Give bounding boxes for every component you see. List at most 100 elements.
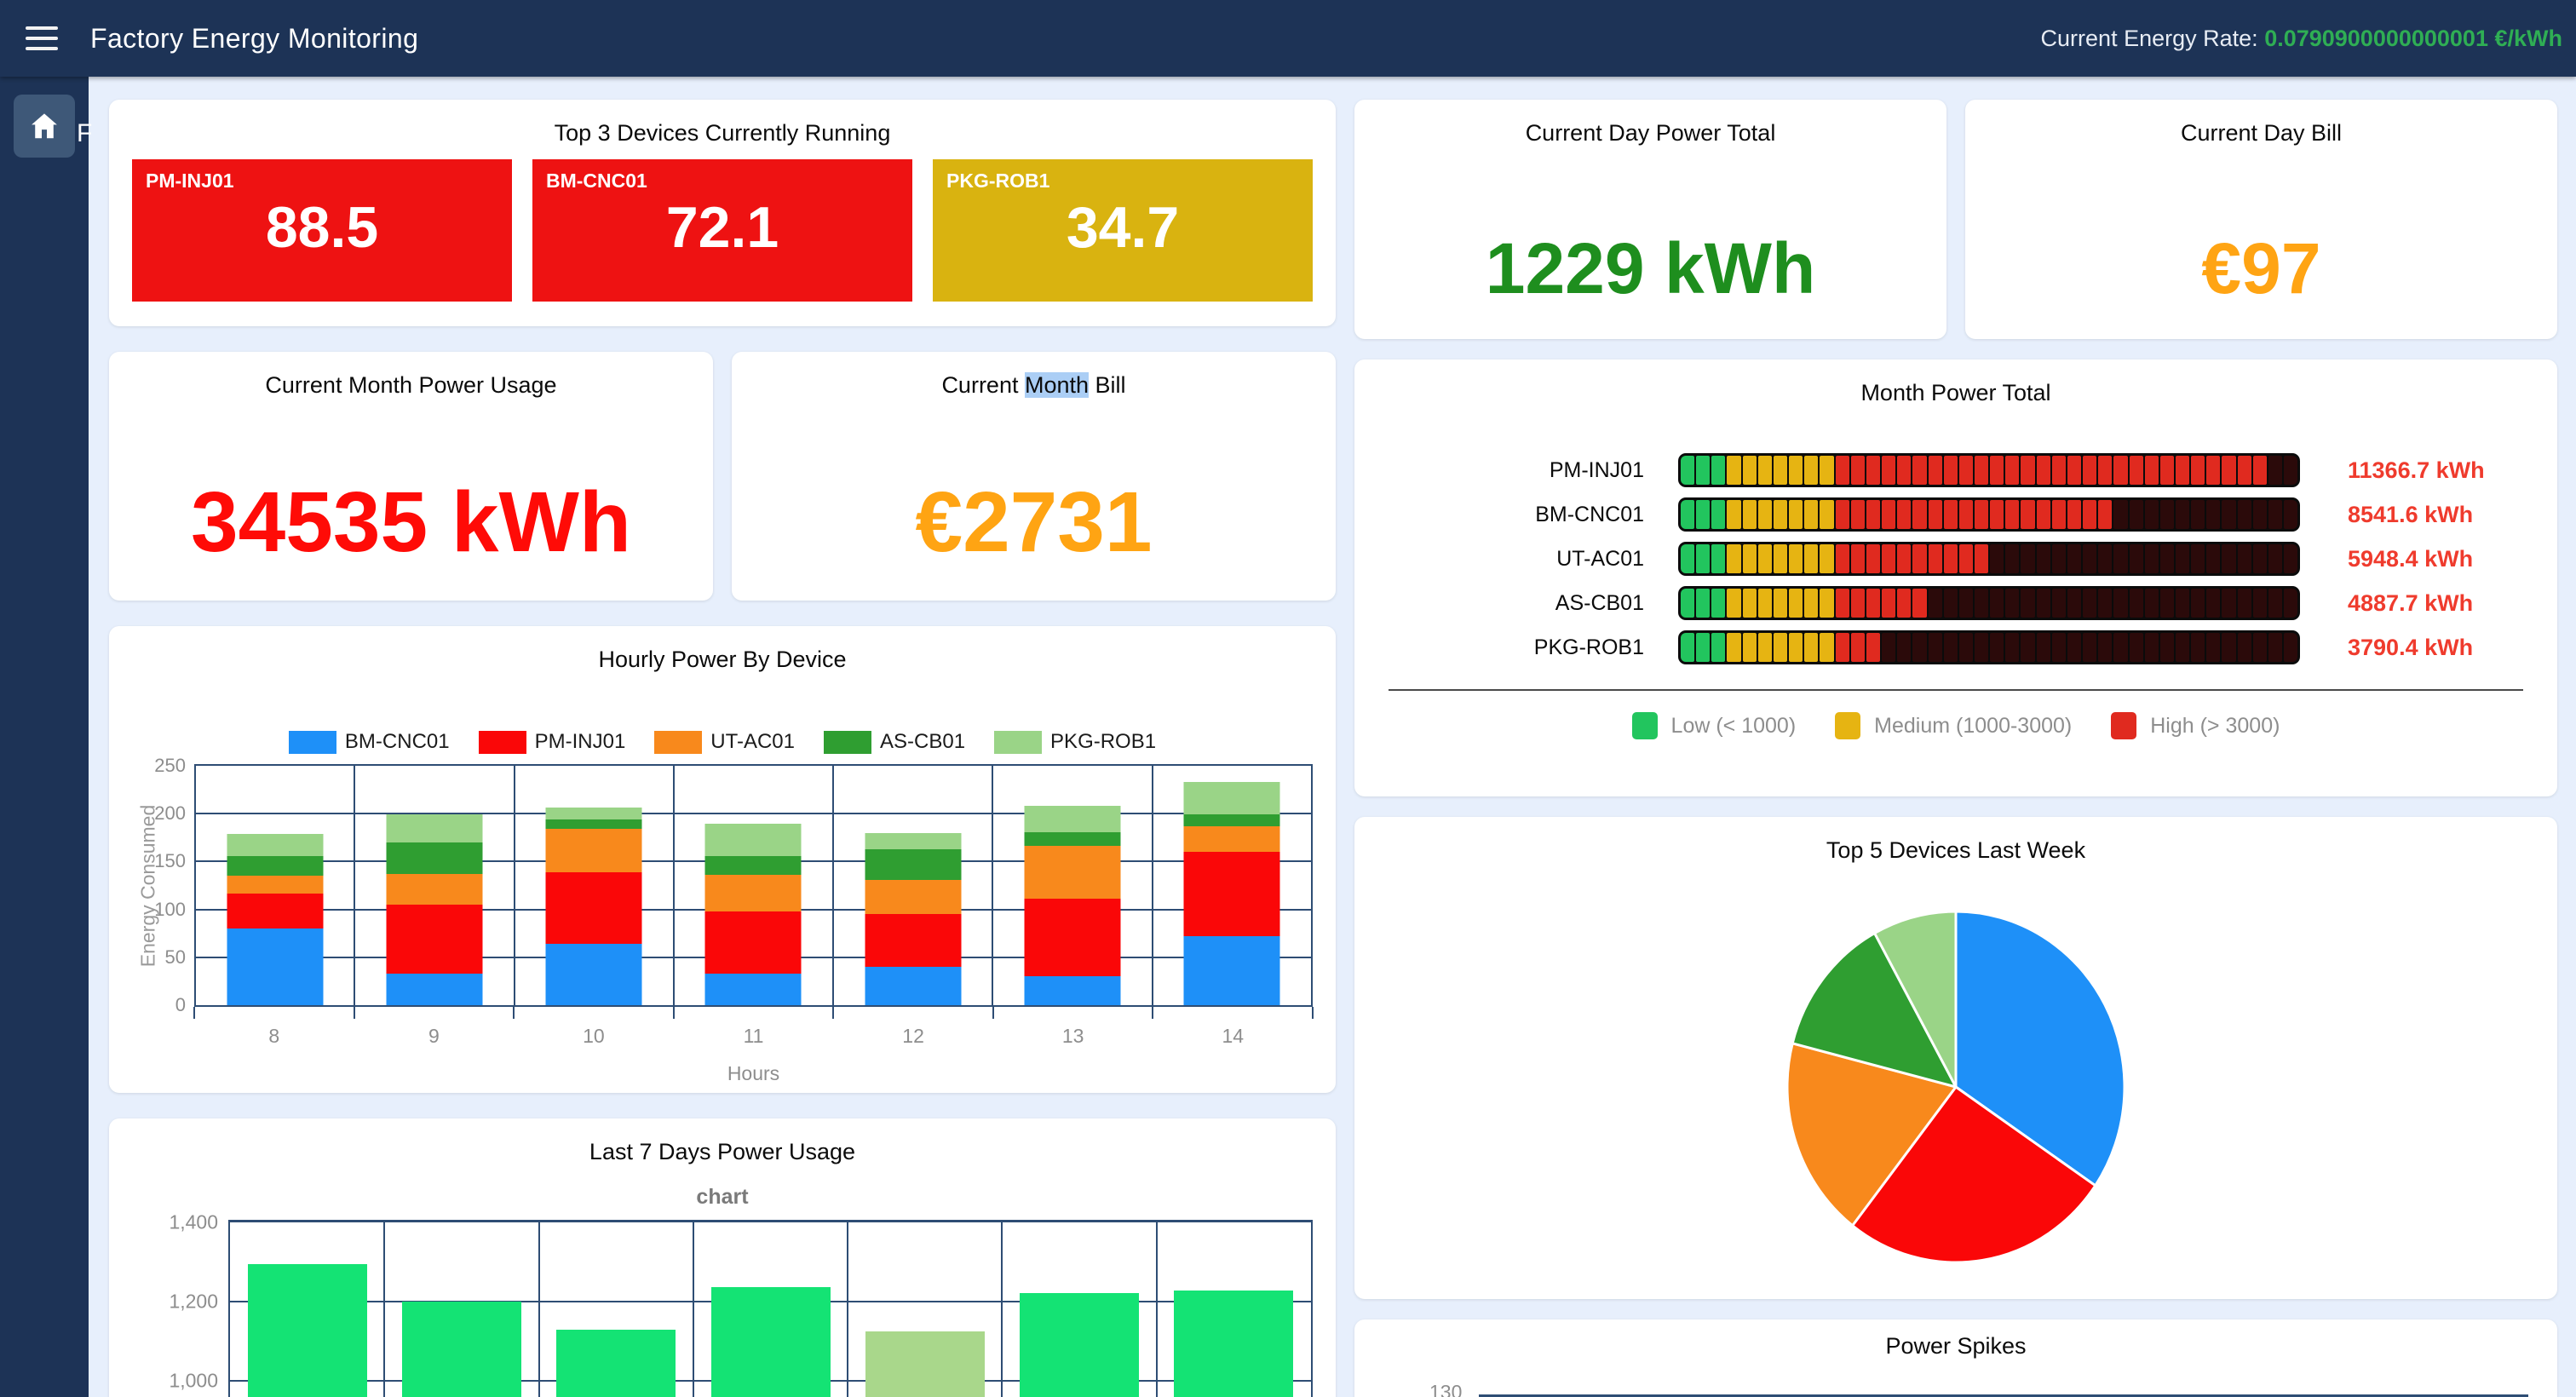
title-part: Current	[941, 372, 1018, 398]
gridline-vertical	[847, 1222, 848, 1397]
rate-value: 0.0790900000000001	[2264, 26, 2488, 51]
gauge-segment	[1912, 633, 1926, 662]
gauge-row: PM-INJ0111366.7 kWh	[1354, 453, 2557, 487]
gauge-segment	[2284, 589, 2297, 618]
day-total-value: 1229 kWh	[1354, 227, 1946, 310]
gauge-segment	[1851, 544, 1865, 573]
gauge-segment	[1743, 633, 1757, 662]
hourly-xlabels: 891011121314	[194, 1025, 1313, 1048]
bar-segment	[1025, 846, 1121, 899]
top-navbar: Factory Energy Monitoring Current Energy…	[0, 0, 2576, 77]
gauge-segment	[1820, 589, 1833, 618]
gauge-segment	[2253, 500, 2267, 529]
title-part: Bill	[1095, 372, 1126, 398]
legend-label: PM-INJ01	[535, 730, 626, 754]
gauge-segment	[1836, 633, 1849, 662]
card-title: Month Power Total	[1354, 359, 2557, 406]
gauge-segment	[2113, 500, 2127, 529]
card-current-day-power-total: Current Day Power Total 1229 kWh	[1354, 100, 1946, 339]
gauge-segment	[2284, 500, 2297, 529]
gauge-segment	[2130, 633, 2143, 662]
gauge-segment	[1804, 633, 1818, 662]
bar-segment	[386, 905, 482, 974]
stacked-bar	[705, 766, 802, 1005]
gauge-bar	[1678, 453, 2300, 487]
y-tick-label: 0	[175, 994, 186, 1016]
gridline-vertical	[693, 1222, 694, 1397]
hamburger-menu-icon[interactable]	[26, 26, 58, 50]
gauge-segment	[1681, 589, 1694, 618]
y-tick-label: 1,200	[169, 1291, 218, 1314]
gauge-segment	[1990, 456, 2004, 485]
main-content: Top 3 Devices Currently Running PM-INJ01…	[89, 77, 2576, 1397]
gauge-device-label: UT-AC01	[1354, 547, 1678, 572]
gauge-segment	[2037, 456, 2050, 485]
y-tick-label: 100	[154, 899, 186, 921]
gauge-segment	[2191, 544, 2205, 573]
left-sidebar: F	[0, 77, 89, 1397]
gauge-segment	[1866, 633, 1880, 662]
gauge-segment	[2067, 544, 2081, 573]
gauge-segment	[1696, 633, 1710, 662]
hour-group	[355, 766, 515, 1005]
stacked-bar	[1184, 766, 1280, 1005]
gauge-segment	[2284, 456, 2297, 485]
gauge-segment	[1711, 544, 1725, 573]
legend-label: BM-CNC01	[345, 730, 450, 754]
hour-group	[196, 766, 355, 1005]
gauge-segment	[1696, 456, 1710, 485]
gauge-segment	[1758, 589, 1772, 618]
gauge-segment	[1758, 500, 1772, 529]
gauge-segment	[2037, 544, 2050, 573]
gauge-segment	[1959, 500, 1973, 529]
legend-swatch	[824, 731, 871, 754]
gauge-segment	[1959, 589, 1973, 618]
current-energy-rate: Current Energy Rate: 0.0790900000000001 …	[2041, 26, 2562, 52]
bar-segment	[546, 872, 642, 944]
hourly-legend-item: PKG-ROB1	[994, 730, 1156, 754]
hourly-legend: BM-CNC01PM-INJ01UT-AC01AS-CB01PKG-ROB1	[109, 730, 1336, 754]
day-bar	[556, 1330, 676, 1397]
gauge-segment	[2083, 633, 2096, 662]
gauge-segment	[2268, 633, 2282, 662]
gauge-segment	[1866, 589, 1880, 618]
gauge-segment	[2005, 500, 2019, 529]
x-tick-label: 9	[354, 1025, 515, 1048]
device-tile: PM-INJ0188.5	[132, 159, 512, 302]
sidebar-item-label-clipped: F	[77, 119, 92, 148]
hourly-legend-item: PM-INJ01	[479, 730, 626, 754]
y-tick-label: 150	[154, 850, 186, 872]
sidebar-home-button[interactable]	[14, 95, 75, 158]
gauge-segment	[1975, 633, 1988, 662]
gauge-segment	[1882, 589, 1895, 618]
card-title: Top 3 Devices Currently Running	[109, 100, 1336, 147]
card-last7-days: Last 7 Days Power Usage chart 1,4001,200…	[109, 1118, 1336, 1397]
gauge-segment	[2191, 589, 2205, 618]
card-title: Current Day Power Total	[1354, 100, 1946, 147]
gauge-segment	[2160, 456, 2174, 485]
legend-label: PKG-ROB1	[1050, 730, 1156, 754]
gauge-device-label: BM-CNC01	[1354, 503, 1678, 527]
gauge-segment	[1944, 633, 1958, 662]
device-tile: PKG-ROB134.7	[933, 159, 1313, 302]
device-tile-value: 34.7	[933, 194, 1313, 261]
gauge-segment	[2037, 633, 2050, 662]
gauge-segment	[1990, 633, 2004, 662]
hour-group	[515, 766, 675, 1005]
axis-tick	[1152, 1007, 1153, 1019]
gauge-segment	[2113, 633, 2127, 662]
gauge-segment	[2206, 633, 2220, 662]
gauge-segment	[2284, 633, 2297, 662]
axis-tick	[832, 1007, 834, 1019]
axis-tick	[193, 1007, 195, 1019]
bar-segment	[386, 974, 482, 1005]
gridline-vertical	[1001, 1222, 1003, 1397]
axis-tick	[1312, 1007, 1314, 1019]
gauge-segment	[1897, 633, 1911, 662]
card-top3-devices: Top 3 Devices Currently Running PM-INJ01…	[109, 100, 1336, 326]
stacked-bar	[227, 766, 323, 1005]
gauge-segment	[2130, 500, 2143, 529]
gauge-segment	[1990, 500, 2004, 529]
gauge-segment	[1975, 456, 1988, 485]
gauge-segment	[2206, 456, 2220, 485]
